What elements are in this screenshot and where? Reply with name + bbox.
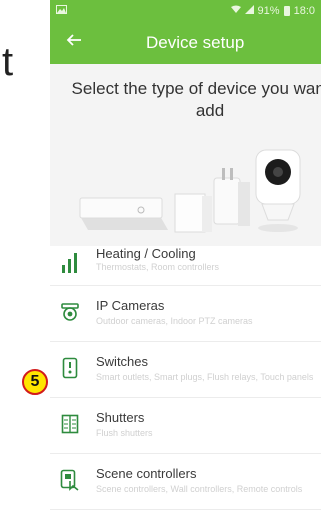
heating-bars-icon (59, 250, 81, 274)
device-type-subtitle: Outdoor cameras, Indoor PTZ cameras (96, 316, 253, 326)
device-type-title: Scene controllers (96, 466, 197, 481)
camera-icon (59, 300, 81, 324)
battery-percent: 91% (257, 5, 280, 17)
device-type-list: Heating / Cooling Thermostats, Room cont… (50, 246, 321, 519)
devices-illustration (79, 149, 301, 233)
device-type-shutters[interactable]: Shutters Flush shutters (50, 398, 321, 454)
device-type-switches[interactable]: Switches Smart outlets, Smart plugs, Flu… (50, 342, 321, 398)
device-type-subtitle: Flush shutters (96, 428, 153, 438)
fragment-letter: t (2, 40, 14, 84)
device-type-title: Heating / Cooling (96, 246, 196, 261)
hero-banner: Select the type of device you want to ad… (50, 64, 321, 246)
step-number-badge: 5 (22, 369, 48, 395)
wifi-icon (230, 5, 241, 17)
app-bar: Device setup (50, 22, 321, 64)
background-text-fragment: t (0, 28, 50, 88)
phone-screen: 91% 18:0 Device setup Select the type of… (50, 0, 321, 519)
gallery-icon (56, 5, 67, 17)
shutter-icon (59, 412, 81, 436)
device-type-ip-cameras[interactable]: IP Cameras Outdoor cameras, Indoor PTZ c… (50, 286, 321, 342)
back-arrow-icon[interactable] (66, 32, 82, 52)
signal-icon (244, 5, 254, 17)
battery-icon (283, 6, 290, 16)
device-type-scene-controllers[interactable]: Scene controllers Scene controllers, Wal… (50, 454, 321, 510)
device-type-subtitle: Thermostats, Room controllers (96, 262, 220, 272)
device-type-subtitle: Scene controllers, Wall controllers, Rem… (96, 484, 303, 494)
device-type-title: IP Cameras (96, 298, 165, 313)
scene-controller-icon (59, 468, 81, 492)
device-type-prompt: Select the type of device you want to ad… (71, 79, 321, 120)
clock: 18:0 (293, 5, 315, 17)
device-type-title: Shutters (96, 410, 145, 425)
switch-icon (59, 356, 81, 380)
page-title: Device setup (146, 33, 245, 52)
device-type-heating-cooling[interactable]: Heating / Cooling Thermostats, Room cont… (50, 246, 321, 286)
status-indicators: 91% 18:0 (230, 5, 315, 17)
status-bar: 91% 18:0 (50, 0, 321, 22)
device-type-title: Switches (96, 354, 149, 369)
device-type-subtitle: Smart outlets, Smart plugs, Flush relays… (96, 372, 314, 382)
